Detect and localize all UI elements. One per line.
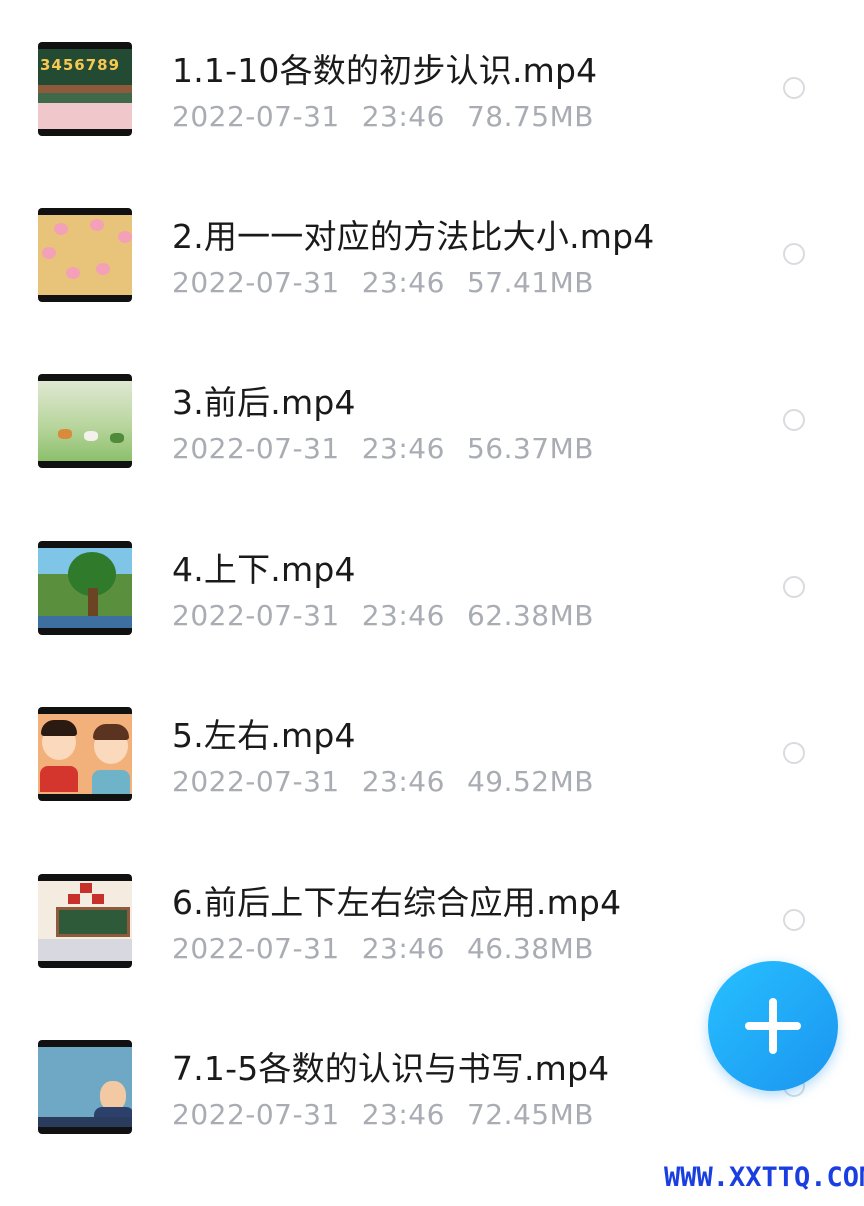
video-thumbnail — [38, 374, 132, 468]
file-row[interactable]: 3456789 1.1-10各数的初步认识.mp4 2022-07-31 23:4… — [0, 42, 864, 208]
video-thumbnail — [38, 208, 132, 302]
file-size: 49.52MB — [466, 765, 594, 798]
file-meta: 2022-07-31 23:46 46.38MB — [172, 932, 616, 965]
file-date: 2022-07-31 — [172, 1098, 340, 1131]
select-radio[interactable] — [783, 576, 805, 598]
file-meta: 2022-07-31 23:46 62.38MB — [172, 599, 616, 632]
file-title: 5.左右.mp4 — [172, 716, 356, 755]
file-time: 23:46 — [361, 432, 445, 465]
file-meta: 2022-07-31 23:46 72.45MB — [172, 1098, 616, 1131]
video-thumbnail — [38, 541, 132, 635]
file-title: 1.1-10各数的初步认识.mp4 — [172, 51, 598, 90]
file-meta: 2022-07-31 23:46 78.75MB — [172, 100, 616, 133]
select-radio[interactable] — [783, 742, 805, 764]
file-time: 23:46 — [361, 765, 445, 798]
file-date: 2022-07-31 — [172, 765, 340, 798]
watermark-text: WWW.XXTTQ.COM — [664, 1162, 864, 1193]
file-size: 57.41MB — [466, 266, 594, 299]
file-title: 3.前后.mp4 — [172, 383, 356, 422]
file-row[interactable]: 2.用一一对应的方法比大小.mp4 2022-07-31 23:46 57.41MB — [0, 208, 864, 374]
select-radio[interactable] — [783, 909, 805, 931]
file-time: 23:46 — [361, 599, 445, 632]
file-meta: 2022-07-31 23:46 49.52MB — [172, 765, 616, 798]
file-size: 72.45MB — [466, 1098, 594, 1131]
file-meta: 2022-07-31 23:46 57.41MB — [172, 266, 616, 299]
video-thumbnail — [38, 874, 132, 968]
file-date: 2022-07-31 — [172, 932, 340, 965]
video-thumbnail: 3456789 — [38, 42, 132, 136]
file-time: 23:46 — [361, 1098, 445, 1131]
file-title: 7.1-5各数的认识与书写.mp4 — [172, 1049, 610, 1088]
file-meta: 2022-07-31 23:46 56.37MB — [172, 432, 616, 465]
video-thumbnail — [38, 707, 132, 801]
file-title: 4.上下.mp4 — [172, 550, 356, 589]
select-radio[interactable] — [783, 409, 805, 431]
select-radio[interactable] — [783, 243, 805, 265]
file-size: 78.75MB — [466, 100, 594, 133]
file-time: 23:46 — [361, 932, 445, 965]
file-date: 2022-07-31 — [172, 599, 340, 632]
file-title: 6.前后上下左右综合应用.mp4 — [172, 883, 622, 922]
file-row[interactable]: 5.左右.mp4 2022-07-31 23:46 49.52MB — [0, 707, 864, 873]
video-thumbnail — [38, 1040, 132, 1134]
file-size: 46.38MB — [466, 932, 594, 965]
file-row[interactable]: 3.前后.mp4 2022-07-31 23:46 56.37MB — [0, 374, 864, 540]
file-date: 2022-07-31 — [172, 432, 340, 465]
file-time: 23:46 — [361, 266, 445, 299]
file-title: 2.用一一对应的方法比大小.mp4 — [172, 217, 655, 256]
add-button[interactable] — [708, 961, 838, 1091]
file-time: 23:46 — [361, 100, 445, 133]
file-row[interactable]: 4.上下.mp4 2022-07-31 23:46 62.38MB — [0, 541, 864, 707]
file-date: 2022-07-31 — [172, 100, 340, 133]
file-size: 62.38MB — [466, 599, 594, 632]
select-radio[interactable] — [783, 77, 805, 99]
file-size: 56.37MB — [466, 432, 594, 465]
file-date: 2022-07-31 — [172, 266, 340, 299]
